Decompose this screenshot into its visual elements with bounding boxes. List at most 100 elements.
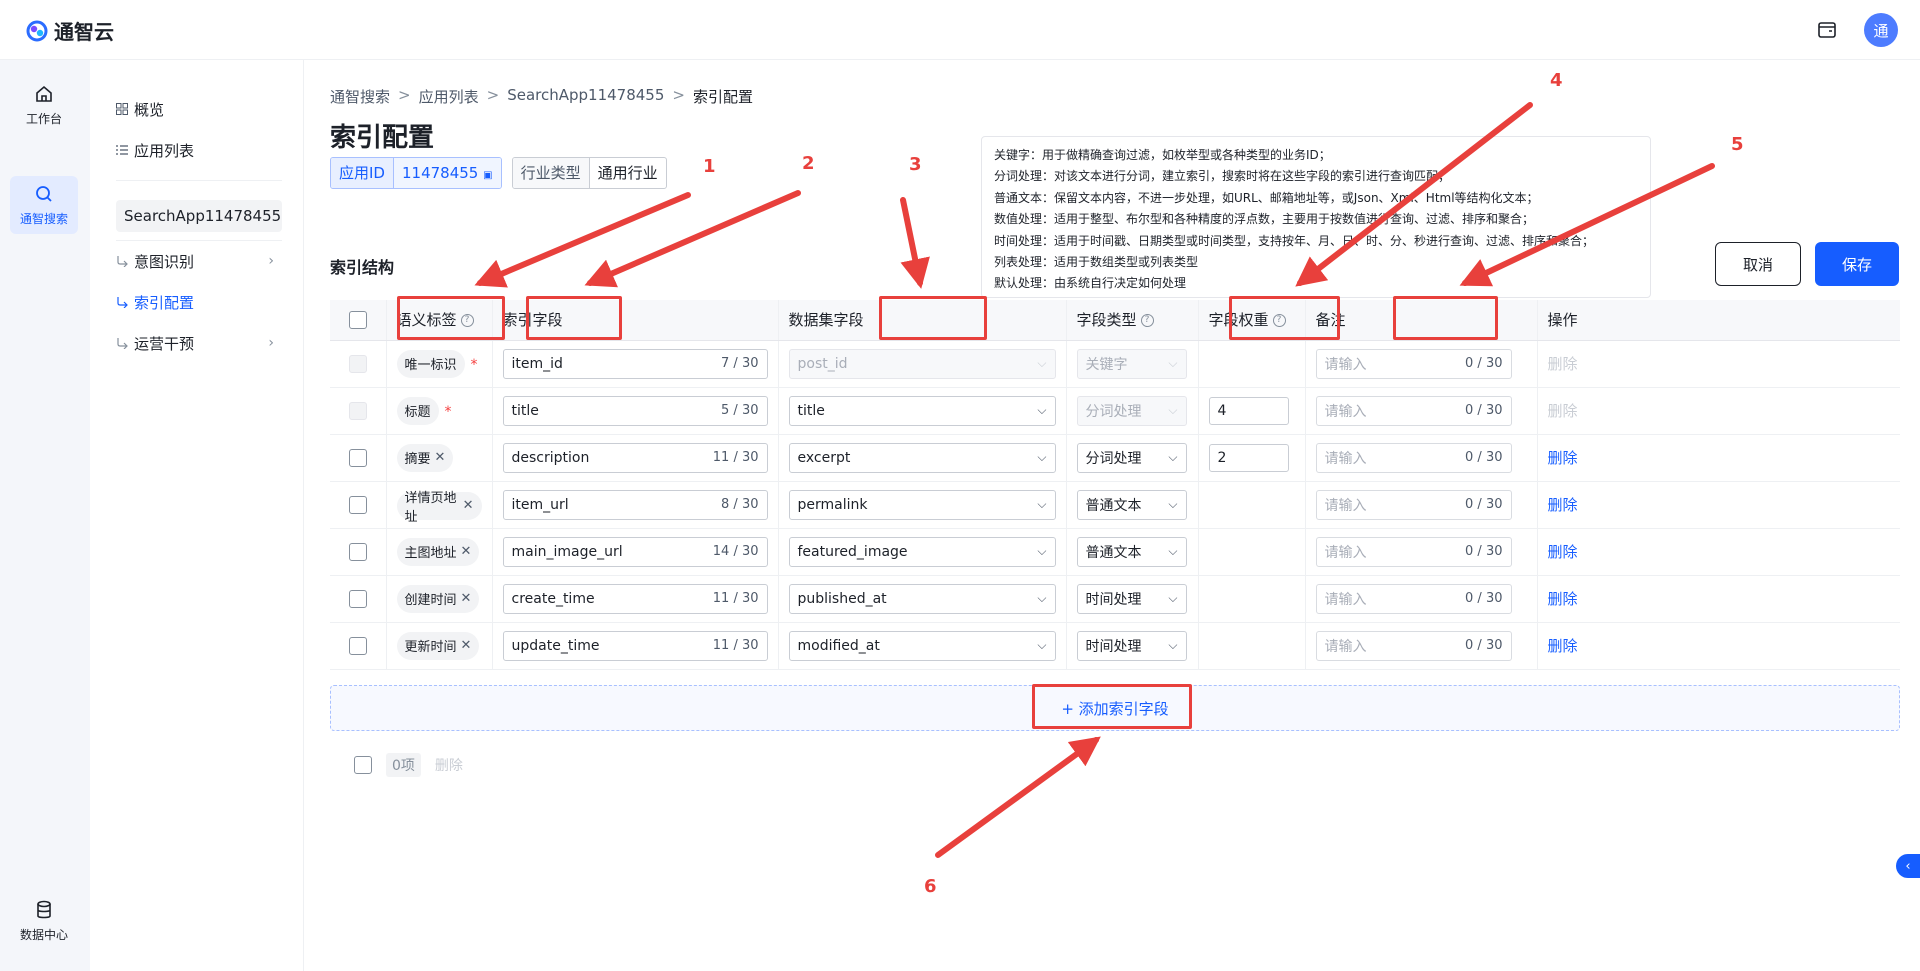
sub-branch-icon bbox=[117, 297, 128, 308]
table-footer: 0项 删除 bbox=[354, 753, 463, 777]
chevron-down-icon: ⌵ bbox=[1168, 497, 1178, 511]
col-header-type: 字段类型? bbox=[1065, 300, 1198, 341]
index-field-input[interactable]: item_url 8 / 30 bbox=[502, 489, 768, 520]
semantic-tag-chip: 创建时间 ✕ bbox=[396, 584, 480, 613]
row-checkbox[interactable] bbox=[348, 448, 367, 467]
breadcrumb-item[interactable]: 通智搜索 bbox=[330, 86, 390, 107]
subnav-intent[interactable]: 意图识别 › bbox=[116, 246, 282, 276]
remark-input[interactable]: 请输入 0 / 30 bbox=[1315, 583, 1512, 614]
index-field-input[interactable]: title 5 / 30 bbox=[502, 395, 768, 426]
remark-input[interactable]: 请输入 0 / 30 bbox=[1315, 536, 1512, 567]
brand-logo[interactable]: 通智云 bbox=[26, 16, 114, 45]
batch-delete-button[interactable]: 删除 bbox=[435, 755, 463, 775]
row-checkbox bbox=[348, 354, 367, 373]
chevron-down-icon: ⌵ bbox=[1168, 356, 1178, 370]
footer-select-checkbox[interactable] bbox=[354, 756, 372, 774]
dataset-field-select[interactable]: excerpt ⌵ bbox=[788, 442, 1056, 473]
rail-item-data-center[interactable]: 数据中心 bbox=[10, 892, 78, 950]
brand-mark-icon bbox=[26, 20, 48, 41]
remark-input[interactable]: 请输入 0 / 30 bbox=[1315, 348, 1512, 379]
field-weight-input[interactable]: 2 bbox=[1208, 443, 1289, 472]
window-icon[interactable] bbox=[1816, 19, 1838, 41]
breadcrumb: 通智搜索 > 应用列表 > SearchApp11478455 > 索引配置 bbox=[330, 86, 753, 107]
index-field-input[interactable]: create_time 11 / 30 bbox=[502, 583, 768, 614]
delete-row-button[interactable]: 删除 bbox=[1548, 449, 1578, 467]
database-icon bbox=[37, 900, 51, 919]
delete-row-button[interactable]: 删除 bbox=[1548, 637, 1578, 655]
annotation-number: 5 bbox=[1731, 134, 1744, 155]
select-all-checkbox[interactable] bbox=[348, 311, 367, 329]
dataset-field-select[interactable]: featured_image ⌵ bbox=[788, 536, 1056, 567]
chevron-down-icon: ⌵ bbox=[1037, 356, 1047, 370]
save-button[interactable]: 保存 bbox=[1815, 242, 1899, 286]
index-field-input[interactable]: description 11 / 30 bbox=[502, 442, 768, 473]
table-row: 标题 * title 5 / 30 title ⌵ 分词处理 ⌵ 4 请输入 0 / 3… bbox=[330, 387, 1900, 435]
close-icon[interactable]: ✕ bbox=[463, 498, 474, 513]
chevron-down-icon: ⌵ bbox=[1037, 591, 1047, 605]
annotation-number: 3 bbox=[909, 154, 922, 175]
field-weight-input[interactable]: 4 bbox=[1208, 396, 1289, 425]
row-checkbox[interactable] bbox=[348, 495, 367, 514]
annotation-box-label bbox=[397, 296, 505, 340]
delete-row-button[interactable]: 删除 bbox=[1548, 590, 1578, 608]
subnav-current-app[interactable]: SearchApp11478455 bbox=[116, 200, 282, 232]
field-type-select: 分词处理 ⌵ bbox=[1076, 395, 1187, 426]
cancel-button[interactable]: 取消 bbox=[1715, 242, 1801, 286]
user-avatar[interactable]: 通 bbox=[1864, 13, 1898, 47]
delete-row-button[interactable]: 删除 bbox=[1548, 543, 1578, 561]
subnav-app-list[interactable]: 应用列表 bbox=[116, 135, 282, 165]
dataset-field-select[interactable]: modified_at ⌵ bbox=[788, 630, 1056, 661]
remark-input[interactable]: 请输入 0 / 30 bbox=[1315, 630, 1512, 661]
field-type-select[interactable]: 时间处理 ⌵ bbox=[1076, 630, 1187, 661]
remark-input[interactable]: 请输入 0 / 30 bbox=[1315, 395, 1512, 426]
field-type-select[interactable]: 普通文本 ⌵ bbox=[1076, 536, 1187, 567]
field-type-tooltip: 关键字：用于做精确查询过滤，如枚举型或各种类型的业务ID； 分词处理：对该文本进… bbox=[981, 136, 1651, 298]
rail-item-workbench[interactable]: 工作台 bbox=[10, 76, 78, 134]
semantic-tag-chip: 主图地址 ✕ bbox=[396, 537, 480, 566]
semantic-tag-chip: 详情页地址 ✕ bbox=[396, 491, 482, 525]
annotation-number: 2 bbox=[802, 153, 815, 174]
table-row: 主图地址 ✕ main_image_url 14 / 30 featured_im… bbox=[330, 528, 1900, 576]
industry-tag: 行业类型 通用行业 bbox=[511, 157, 667, 189]
breadcrumb-separator: > bbox=[398, 86, 411, 104]
breadcrumb-item[interactable]: SearchApp11478455 bbox=[507, 86, 664, 107]
delete-row-button: 删除 bbox=[1547, 355, 1578, 373]
semantic-tag-chip: 标题 bbox=[396, 396, 439, 425]
index-field-input[interactable]: update_time 11 / 30 bbox=[502, 630, 768, 661]
chevron-down-icon: ⌵ bbox=[1037, 403, 1047, 417]
subnav-overview[interactable]: 概览 bbox=[116, 94, 282, 124]
rail-item-search[interactable]: 通智搜索 bbox=[10, 176, 78, 234]
remark-input[interactable]: 请输入 0 / 30 bbox=[1315, 489, 1512, 520]
breadcrumb-separator: > bbox=[672, 86, 685, 104]
breadcrumb-item[interactable]: 应用列表 bbox=[419, 86, 479, 107]
annotation-box-weight bbox=[1393, 296, 1498, 340]
subnav-operations[interactable]: 运营干预 › bbox=[116, 328, 282, 358]
close-icon[interactable]: ✕ bbox=[461, 544, 472, 559]
close-icon[interactable]: ✕ bbox=[461, 638, 472, 653]
field-type-select[interactable]: 普通文本 ⌵ bbox=[1076, 489, 1187, 520]
field-type-select[interactable]: 时间处理 ⌵ bbox=[1076, 583, 1187, 614]
sub-branch-icon bbox=[117, 256, 128, 267]
index-field-input[interactable]: item_id 7 / 30 bbox=[502, 348, 768, 379]
dataset-field-select[interactable]: published_at ⌵ bbox=[788, 583, 1056, 614]
row-checkbox[interactable] bbox=[348, 542, 367, 561]
copy-icon[interactable]: ▣ bbox=[483, 170, 492, 181]
delete-row-button[interactable]: 删除 bbox=[1548, 496, 1578, 514]
annotation-number: 4 bbox=[1550, 70, 1563, 91]
breadcrumb-current: 索引配置 bbox=[692, 88, 753, 106]
index-field-input[interactable]: main_image_url 14 / 30 bbox=[502, 536, 768, 567]
dataset-field-select[interactable]: title ⌵ bbox=[788, 395, 1056, 426]
row-checkbox[interactable] bbox=[348, 636, 367, 655]
dataset-field-select[interactable]: permalink ⌵ bbox=[788, 489, 1056, 520]
collapse-panel-icon[interactable]: ‹ bbox=[1896, 854, 1920, 878]
close-icon[interactable]: ✕ bbox=[461, 591, 472, 606]
remark-input[interactable]: 请输入 0 / 30 bbox=[1315, 442, 1512, 473]
row-checkbox[interactable] bbox=[348, 589, 367, 608]
field-type-select[interactable]: 分词处理 ⌵ bbox=[1076, 442, 1187, 473]
help-icon[interactable]: ? bbox=[1140, 314, 1154, 328]
chevron-down-icon: ⌵ bbox=[1037, 638, 1047, 652]
subnav-index-config[interactable]: 索引配置 bbox=[116, 287, 282, 317]
table-row: 唯一标识 * item_id 7 / 30 post_id ⌵ 关键字 ⌵ 请输入 0 … bbox=[330, 340, 1900, 388]
page-title: 索引配置 bbox=[330, 123, 435, 153]
close-icon[interactable]: ✕ bbox=[435, 450, 446, 465]
